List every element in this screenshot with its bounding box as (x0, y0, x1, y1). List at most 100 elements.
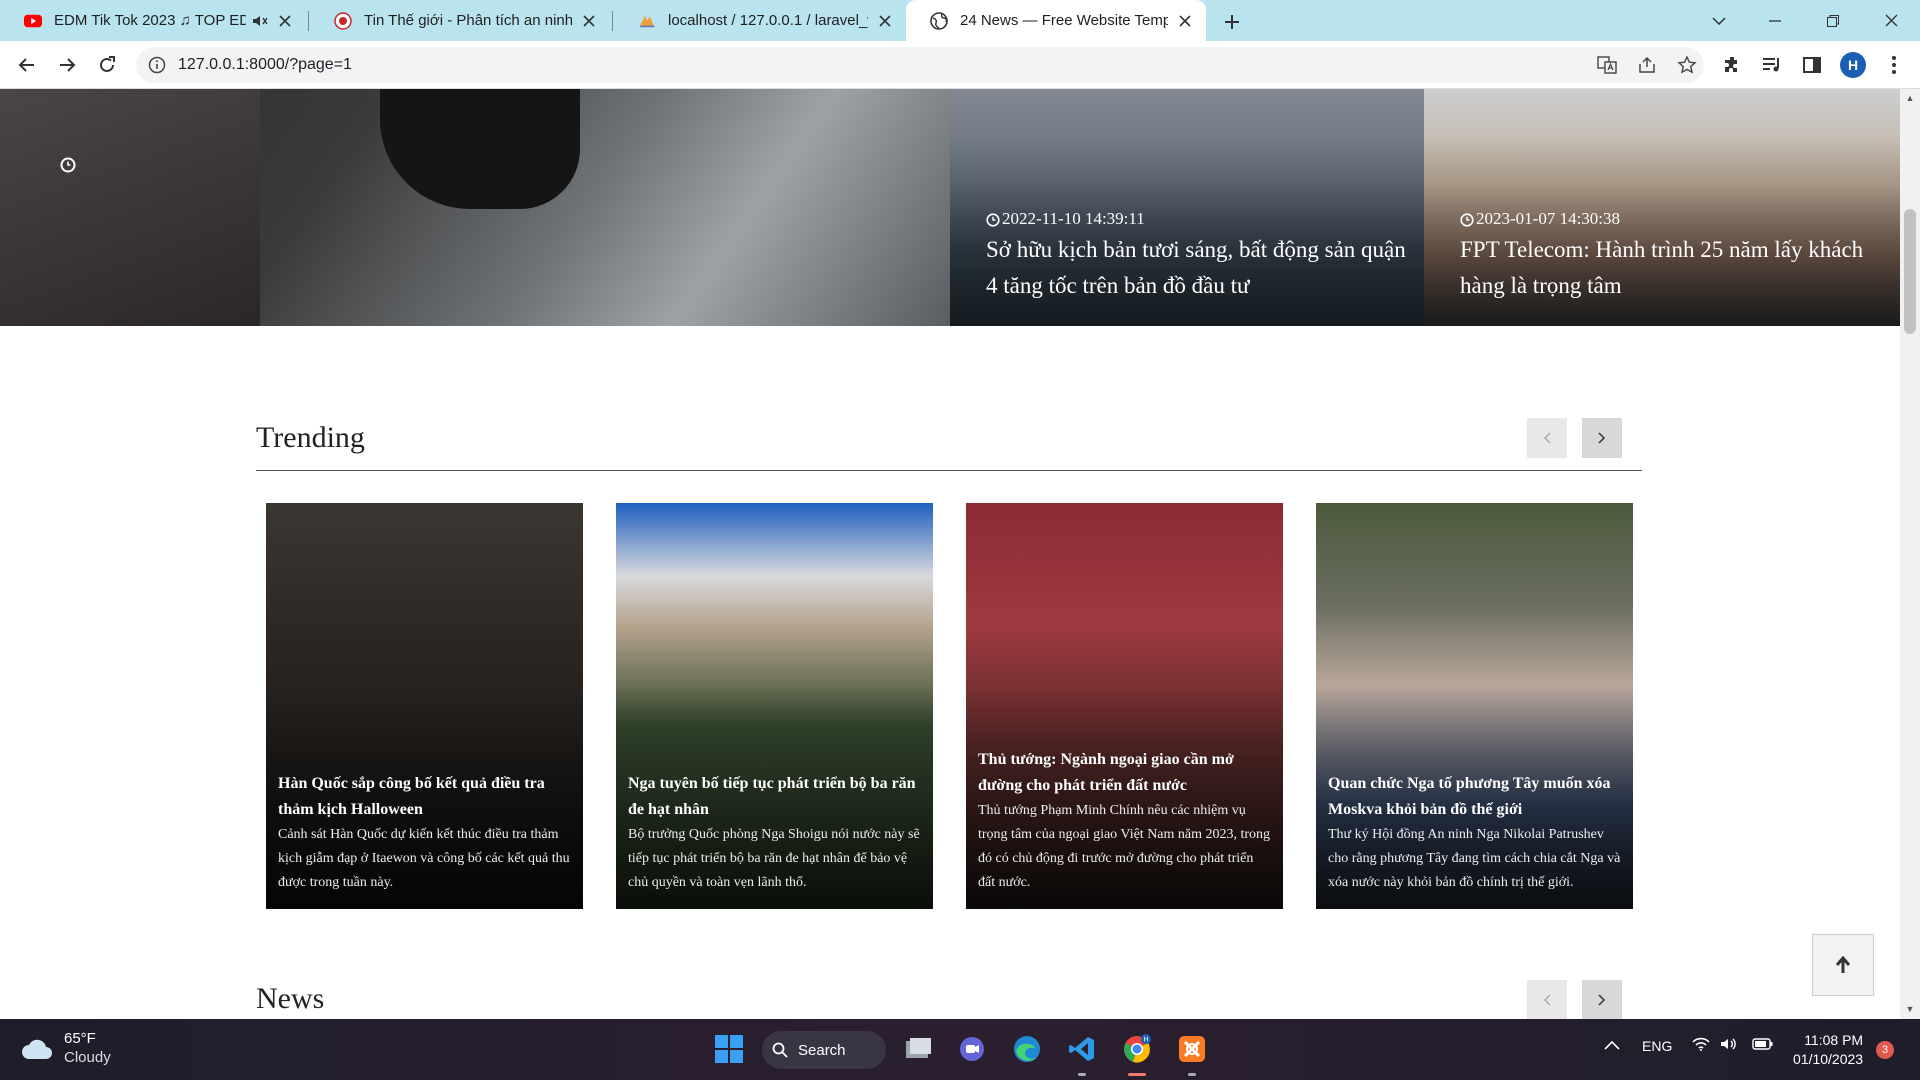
trending-prev-button[interactable] (1527, 418, 1567, 458)
chrome-icon[interactable]: H (1117, 1029, 1157, 1069)
close-icon[interactable] (276, 12, 294, 30)
minimize-button[interactable] (1752, 0, 1798, 41)
trending-card-title[interactable]: Nga tuyên bố tiếp tục phát triển bộ ba r… (628, 771, 923, 823)
weather-widget[interactable]: 65°F Cloudy (20, 1029, 111, 1068)
hero-main-image[interactable] (0, 89, 950, 326)
tab-title: EDM Tik Tok 2023 ♫ TOP EDM (54, 12, 246, 29)
hero-photo-person (0, 89, 260, 326)
app-running-indicator (1078, 1073, 1086, 1076)
trending-card-text: Hàn Quốc sắp công bố kết quả điều tra th… (278, 771, 573, 895)
close-icon[interactable] (876, 12, 894, 30)
menu-dots-icon[interactable] (1882, 53, 1906, 77)
speaker-icon[interactable] (252, 12, 268, 30)
clock-date: 01/10/2023 (1793, 1051, 1864, 1067)
trending-card-summary: Bộ trưởng Quốc phòng Nga Shoigu nói nước… (628, 827, 920, 890)
trending-card[interactable]: Quan chức Nga tố phương Tây muốn xóa Mos… (1316, 503, 1633, 909)
tab-title: Tin Thế giới - Phân tích an ninh, c (364, 12, 572, 29)
close-icon[interactable] (1176, 12, 1194, 30)
scrollbar-thumb[interactable] (1904, 209, 1916, 334)
clock-time: 11:08 PM (1804, 1032, 1864, 1048)
back-button[interactable] (11, 49, 43, 81)
tab-phpmyadmin[interactable]: localhost / 127.0.0.1 / laravel_web (614, 0, 906, 41)
trending-card[interactable]: Hàn Quốc sắp công bố kết quả điều tra th… (266, 503, 583, 909)
tab-separator (612, 11, 613, 31)
translate-icon[interactable] (1596, 54, 1618, 76)
battery-icon[interactable] (1752, 1037, 1774, 1054)
tab-24-news[interactable]: 24 News — Free Website Templa (906, 0, 1206, 41)
page-scrollbar[interactable]: ▲ ▼ (1900, 89, 1920, 1019)
scroll-up-arrow[interactable]: ▲ (1905, 93, 1915, 103)
cloud-icon (22, 1039, 52, 1059)
url-text[interactable]: 127.0.0.1:8000/?page=1 (178, 47, 352, 83)
trending-heading: Trending (256, 421, 365, 454)
site-info-icon[interactable] (148, 56, 166, 74)
tab-news-world[interactable]: Tin Thế giới - Phân tích an ninh, c (310, 0, 610, 41)
trending-card-text: Thủ tướng: Ngành ngoại giao cần mở đường… (978, 747, 1273, 895)
hero-photo-detail (380, 89, 580, 209)
address-bar[interactable]: 127.0.0.1:8000/?page=1 (136, 47, 1704, 83)
tab-strip: EDM Tik Tok 2023 ♫ TOP EDM Tin Thế giới … (0, 0, 1920, 41)
hero-card-title[interactable]: Sở hữu kịch bản tươi sáng, bất động sản … (986, 232, 1416, 304)
restore-button[interactable] (1810, 0, 1856, 41)
search-icon (772, 1042, 788, 1058)
weather-temp: 65°F (64, 1030, 96, 1047)
profile-avatar[interactable]: H (1840, 52, 1866, 78)
page-viewport: 2022-11-10 14:39:11 Sở hữu kịch bản tươi… (0, 89, 1900, 1019)
tray-overflow-icon[interactable] (1604, 1037, 1620, 1053)
hero-card[interactable]: 2022-11-10 14:39:11 Sở hữu kịch bản tươi… (950, 89, 1424, 326)
clock-icon (60, 157, 76, 173)
xampp-icon[interactable] (1172, 1029, 1212, 1069)
start-icon[interactable] (709, 1029, 749, 1069)
post-date-text: 2022-11-10 14:39:11 (1002, 209, 1145, 228)
task-view-icon[interactable] (898, 1029, 938, 1069)
trending-card[interactable]: Thủ tướng: Ngành ngoại giao cần mở đường… (966, 503, 1283, 909)
trending-card-summary: Cảnh sát Hàn Quốc dự kiến kết thúc điều … (278, 827, 570, 890)
share-icon[interactable] (1636, 54, 1658, 76)
app-running-indicator (1188, 1073, 1196, 1076)
trending-next-button[interactable] (1582, 418, 1622, 458)
app-active-indicator (1128, 1073, 1146, 1076)
taskbar-search[interactable]: Search (762, 1031, 886, 1069)
post-date: 2022-11-10 14:39:11 (986, 209, 1145, 229)
news-prev-button[interactable] (1527, 980, 1567, 1019)
volume-icon[interactable] (1720, 1037, 1738, 1054)
trending-card-text: Quan chức Nga tố phương Tây muốn xóa Mos… (1328, 771, 1623, 895)
notification-badge[interactable]: 3 (1876, 1041, 1894, 1059)
scroll-down-arrow[interactable]: ▼ (1905, 1004, 1915, 1014)
weather-condition: Cloudy (64, 1049, 111, 1066)
edge-icon[interactable] (1007, 1029, 1047, 1069)
close-icon[interactable] (580, 12, 598, 30)
tab-search-button[interactable] (1696, 0, 1742, 41)
close-window-button[interactable] (1868, 0, 1914, 41)
tab-youtube[interactable]: EDM Tik Tok 2023 ♫ TOP EDM (0, 0, 306, 41)
youtube-icon (24, 12, 42, 30)
taskbar-clock[interactable]: 11:08 PM 01/10/2023 (1793, 1031, 1863, 1069)
hero-card-title[interactable]: FPT Telecom: Hành trình 25 năm lấy khách… (1460, 232, 1890, 304)
globe-icon (930, 11, 948, 30)
trending-card-title[interactable]: Quan chức Nga tố phương Tây muốn xóa Mos… (1328, 771, 1623, 823)
media-controls-icon[interactable] (1760, 53, 1784, 77)
reload-button[interactable] (91, 49, 123, 81)
vscode-icon[interactable] (1062, 1029, 1102, 1069)
extensions-icon[interactable] (1720, 53, 1744, 77)
new-tab-button[interactable] (1218, 8, 1246, 36)
trending-card-text: Nga tuyên bố tiếp tục phát triển bộ ba r… (628, 771, 923, 895)
trending-card-title[interactable]: Thủ tướng: Ngành ngoại giao cần mở đường… (978, 747, 1273, 799)
forward-button[interactable] (51, 49, 83, 81)
hero-card[interactable]: 2023-01-07 14:30:38 FPT Telecom: Hành tr… (1424, 89, 1900, 326)
side-panel-icon[interactable] (1800, 53, 1824, 77)
back-to-top-button[interactable] (1812, 934, 1874, 996)
tab-separator (308, 11, 309, 31)
trending-card[interactable]: Nga tuyên bố tiếp tục phát triển bộ ba r… (616, 503, 933, 909)
bookmark-star-icon[interactable] (1676, 54, 1698, 76)
wifi-icon[interactable] (1692, 1037, 1710, 1054)
trending-card-title[interactable]: Hàn Quốc sắp công bố kết quả điều tra th… (278, 771, 573, 823)
trending-card-summary: Thủ tướng Phạm Minh Chính nêu các nhiệm … (978, 803, 1271, 890)
language-indicator[interactable]: ENG (1642, 1038, 1672, 1054)
windows-taskbar: 65°F Cloudy Search H ENG 11:08 PM 01/10/… (0, 1019, 1920, 1080)
news-icon (334, 11, 352, 30)
teams-chat-icon[interactable] (952, 1029, 992, 1069)
clock-icon (1460, 212, 1474, 227)
taskbar-search-label: Search (798, 1041, 846, 1059)
news-next-button[interactable] (1582, 980, 1622, 1019)
